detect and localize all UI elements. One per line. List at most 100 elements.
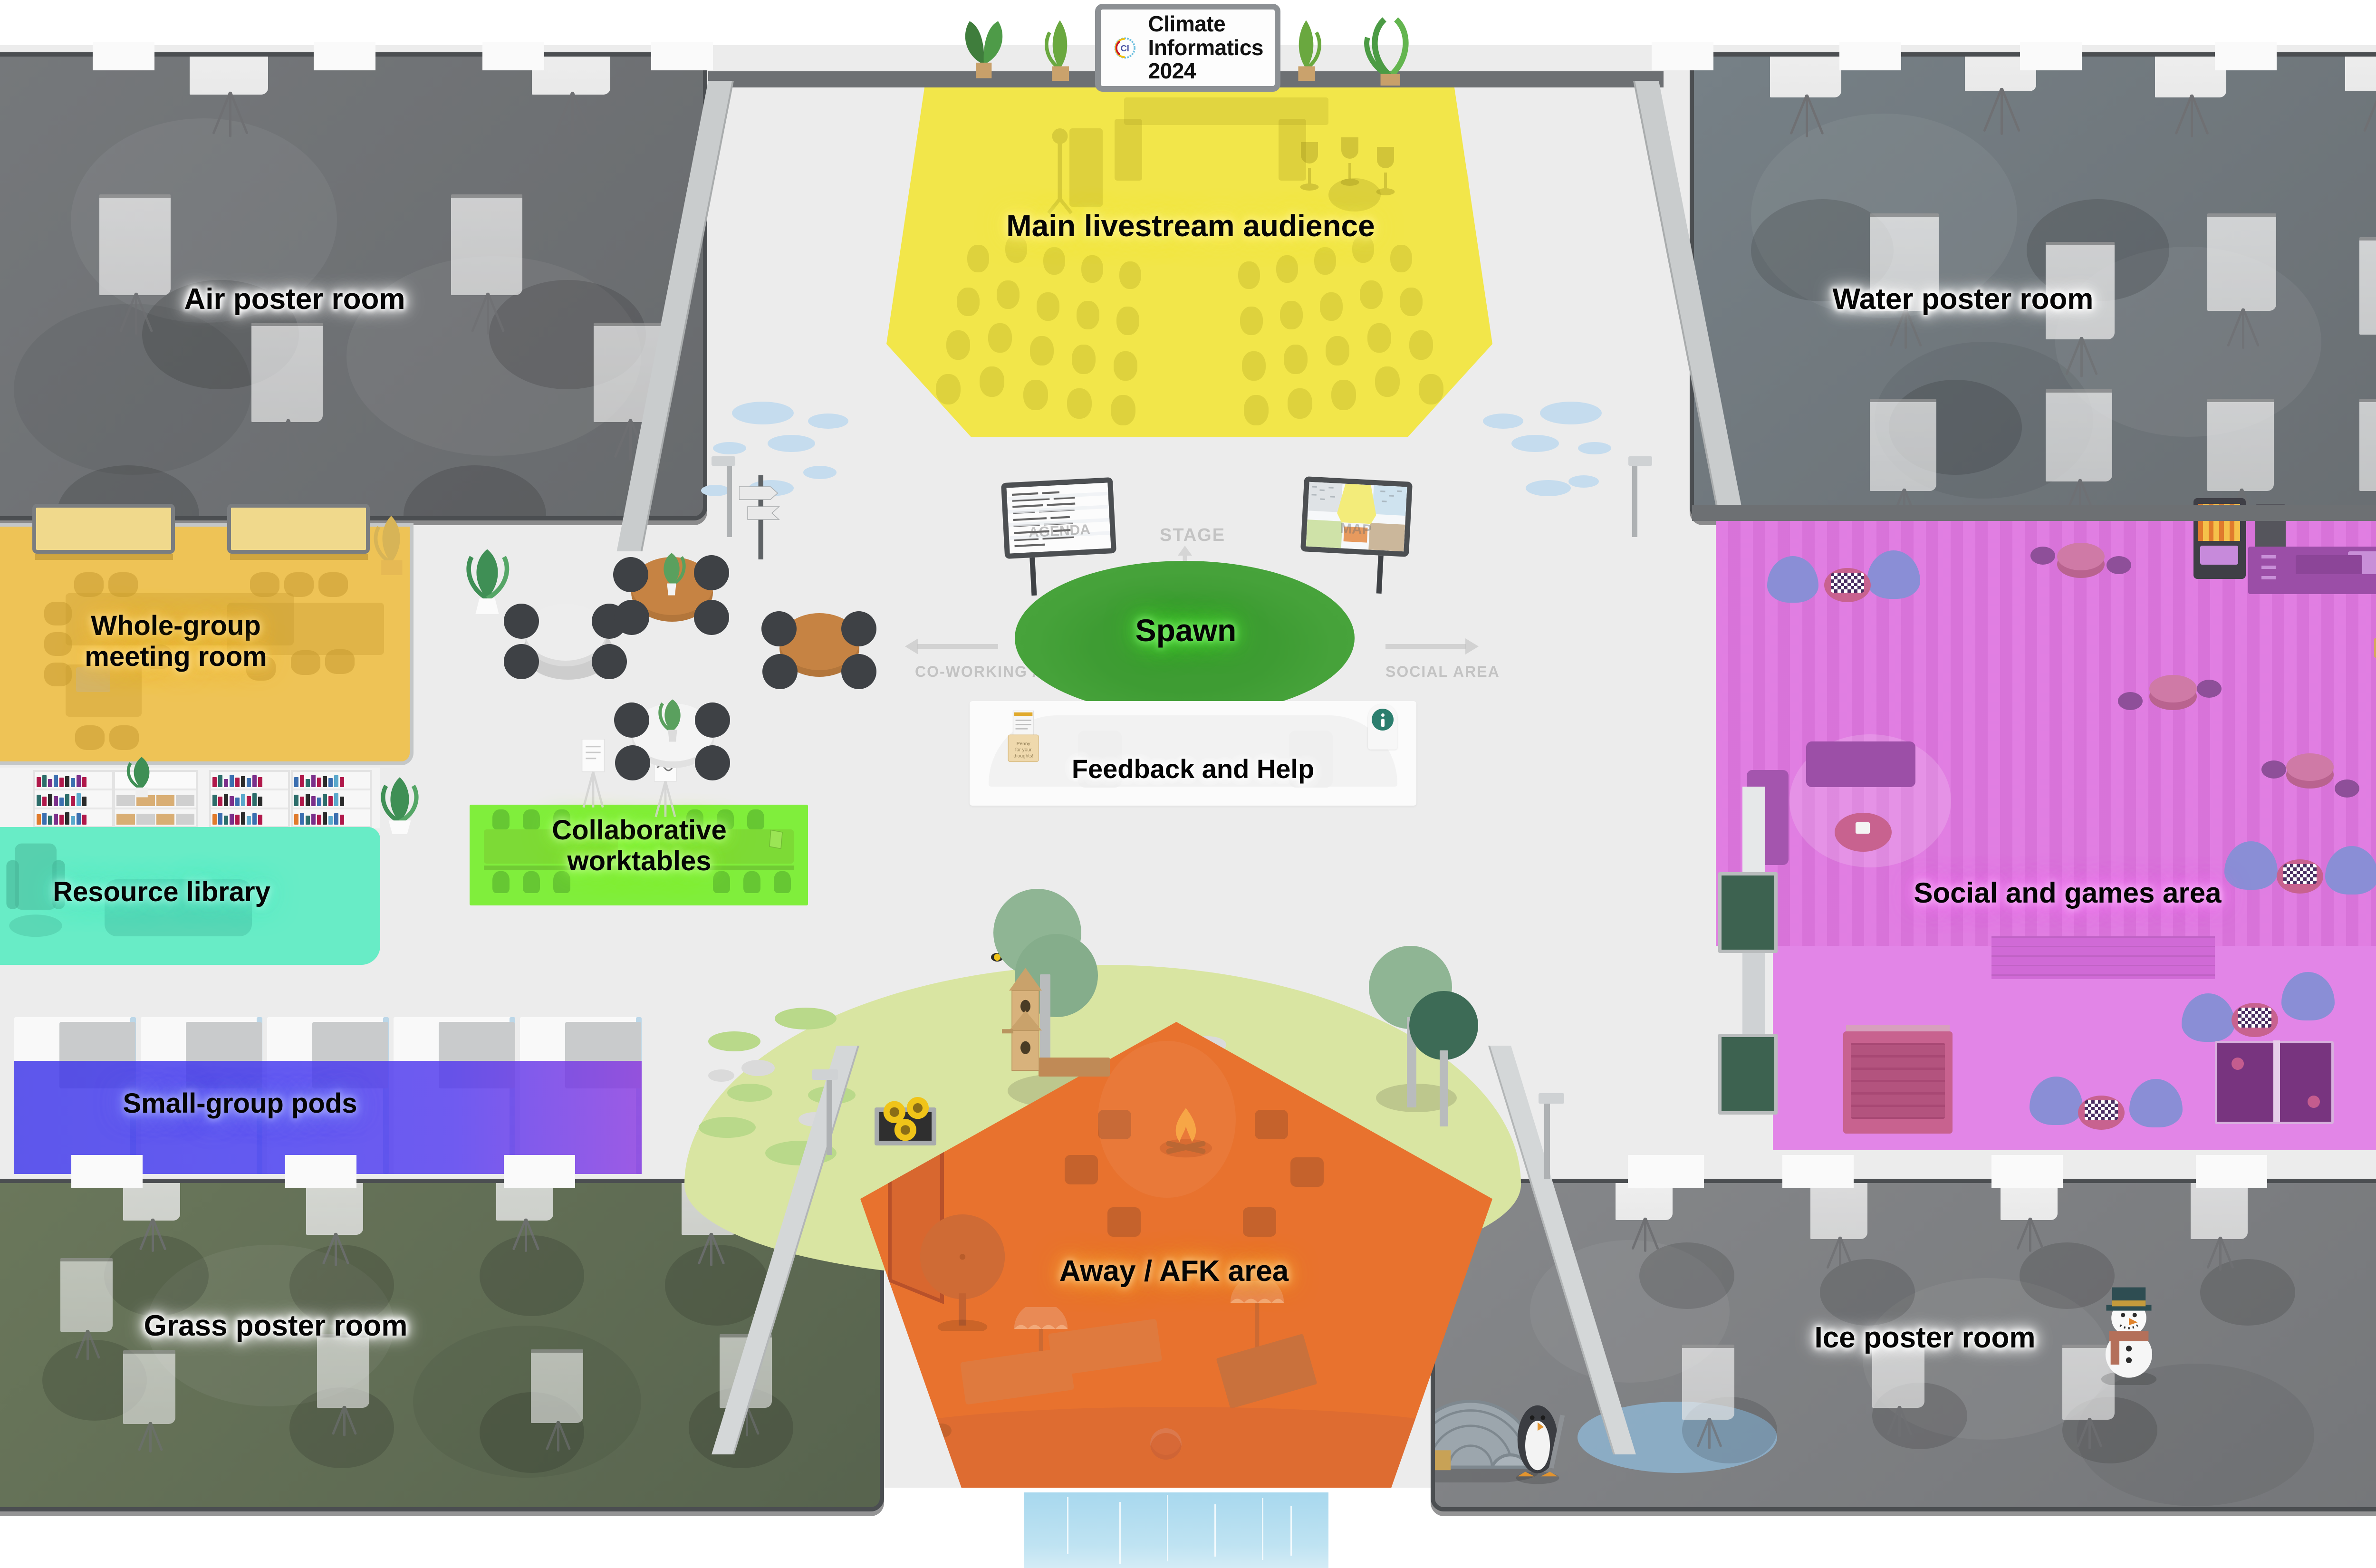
feedback-box-icon[interactable]: Penny for your thoughts! [1007,711,1044,763]
poster-easel[interactable] [1770,57,1841,137]
svg-text:CI: CI [1121,43,1129,53]
chess-table[interactable] [2078,1096,2125,1130]
room-divider-panel [651,42,713,70]
room-divider-panel [71,1155,143,1188]
poster-easel[interactable] [2046,389,2112,516]
cafe-table[interactable] [2286,753,2334,781]
information-icon[interactable] [1368,704,1397,750]
poster-easel[interactable] [251,323,323,461]
desk-chair [1078,731,1122,788]
poster-easel[interactable] [317,1334,369,1436]
room-divider-panel [2196,1155,2267,1188]
whole-group-meeting-room[interactable] [0,504,414,765]
poster-easel[interactable] [2359,399,2376,516]
bookshelf[interactable] [33,770,114,828]
plant-icon [965,21,1003,78]
resource-library[interactable] [0,827,380,965]
poster-easel[interactable] [2345,57,2376,135]
fire-seat [1243,1207,1276,1237]
poster-easel[interactable] [2001,1183,2058,1252]
fire-seat [1107,1207,1141,1237]
chess-table[interactable] [2232,1003,2278,1037]
banner-line-3: 2024 [1148,58,1196,84]
poster-easel[interactable] [1682,1345,1734,1449]
main-livestream-audience[interactable] [886,78,1492,437]
poster-easel[interactable] [1870,399,1936,516]
meeting-rail [35,554,173,560]
fire-seat [1290,1157,1324,1187]
poster-easel[interactable] [451,194,522,335]
social-entry-wall [1742,787,1765,875]
ping-pong-table[interactable] [2215,1040,2334,1124]
feedback-and-help-panel[interactable]: Penny for your thoughts! Feedback and He… [970,701,1416,806]
counter-shelf [2296,555,2362,574]
poster-easel[interactable] [306,1183,363,1266]
svg-text:for your: for your [1015,748,1032,753]
stage-side-table [1328,178,1381,212]
chess-table[interactable] [1824,568,1871,602]
poster-easel[interactable] [123,1350,175,1453]
poster-easel[interactable] [190,57,268,137]
room-divider-panel [285,1155,356,1188]
plant-icon [381,777,419,834]
air-poster-room[interactable] [0,52,707,520]
stool[interactable] [2335,779,2359,798]
hedge [1718,1034,1778,1115]
stool[interactable] [2118,692,2143,710]
banner-line-2: Informatics [1148,35,1264,60]
stool[interactable] [2107,556,2131,574]
poster-easel[interactable] [1872,1333,1924,1437]
counter-drawer [2261,576,2276,579]
hedge [1718,872,1778,953]
room-divider-panel [2020,42,2082,70]
stool[interactable] [2030,547,2055,565]
worktable[interactable] [484,829,618,864]
poster-easel[interactable] [1616,1183,1673,1252]
poster-easel[interactable] [99,194,171,335]
room-divider-panel [504,1155,575,1188]
spawn-zone[interactable] [1015,561,1355,715]
sofa[interactable] [1806,741,1915,787]
poster-easel[interactable] [2359,237,2376,373]
poster-easel[interactable] [1810,1183,1867,1271]
desk-counter [989,715,1397,787]
poster-easel[interactable] [123,1183,180,1252]
counter-drawer [2261,555,2276,558]
stool[interactable] [2261,760,2286,779]
social-and-games-area[interactable] [1716,498,2376,1150]
bookshelf[interactable] [209,770,290,828]
poster-easel[interactable] [531,1349,583,1452]
poster-easel[interactable] [2191,1183,2248,1271]
penguin-icon [1516,1405,1565,1484]
poster-easel[interactable] [1870,213,1939,349]
small-group-pods-container[interactable] [14,974,661,1174]
poster-easel[interactable] [496,1183,553,1252]
stool[interactable] [2197,680,2222,698]
conference-banner[interactable]: CI Climate Informatics 2024 [1095,4,1280,92]
ci-logo-icon: CI [1114,37,1135,58]
plant-icon [658,699,681,742]
map-sign[interactable]: MAP [1300,476,1413,594]
bookshelf[interactable] [291,770,372,828]
room-divider-panel [482,42,544,70]
foosball-table[interactable] [1843,1025,1953,1134]
poster-easel[interactable] [2046,242,2115,377]
meeting-table[interactable] [227,603,384,655]
poster-easel[interactable] [60,1258,113,1360]
agenda-sign[interactable]: AGENDA [1000,477,1117,596]
poster-easel[interactable] [2207,213,2276,349]
stage-table [1124,97,1328,125]
meeting-whiteboard[interactable] [227,504,370,554]
water-poster-room[interactable] [1690,52,2376,520]
wine-glass-icon [1300,142,1319,191]
collaborative-worktables[interactable] [470,805,808,905]
chess-table[interactable] [2277,859,2323,894]
social-arrow-icon [1385,638,1479,654]
coffee-cup-icon [1856,822,1870,834]
street-lamp-icon [1533,1093,1564,1179]
ice-poster-room[interactable] [1431,1179,2376,1511]
plant-icon [1364,17,1409,86]
cafe-table[interactable] [2149,675,2197,702]
cafe-table[interactable] [2057,543,2105,570]
meeting-whiteboard[interactable] [32,504,175,554]
